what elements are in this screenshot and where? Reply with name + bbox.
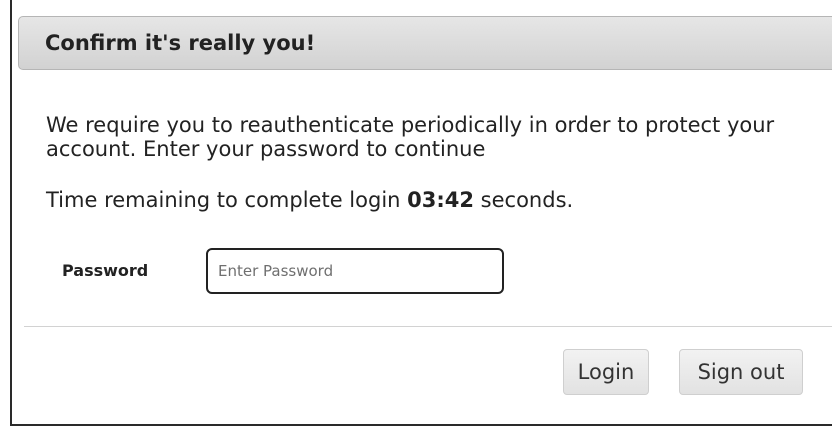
timer-line: Time remaining to complete login 03:42 s… — [46, 188, 573, 212]
sign-out-button[interactable]: Sign out — [679, 349, 803, 395]
footer-divider — [24, 326, 832, 327]
password-input[interactable] — [206, 248, 504, 294]
timer-suffix: seconds. — [474, 188, 574, 212]
password-label: Password — [62, 261, 149, 280]
dialog-header: Confirm it's really you! — [18, 16, 832, 70]
page: Confirm it's really you! We require you … — [0, 0, 832, 430]
reauth-dialog: Confirm it's really you! We require you … — [10, 0, 832, 426]
timer-value: 03:42 — [407, 188, 474, 212]
timer-prefix: Time remaining to complete login — [46, 188, 408, 212]
dialog-title: Confirm it's really you! — [45, 31, 316, 55]
dialog-message: We require you to reauthenticate periodi… — [46, 113, 775, 161]
login-button[interactable]: Login — [563, 349, 649, 395]
